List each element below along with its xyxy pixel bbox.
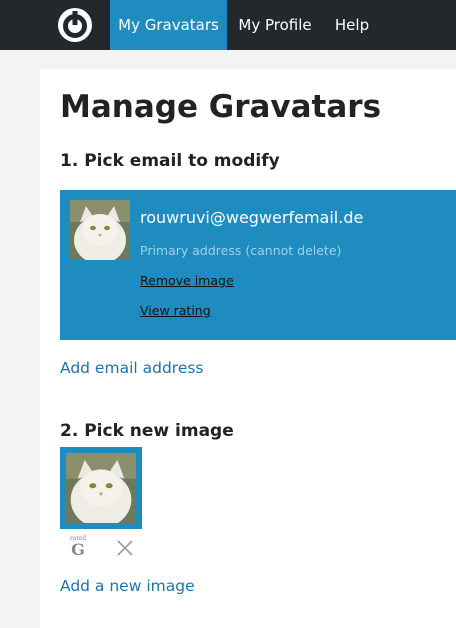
step1-heading: 1. Pick email to modify bbox=[60, 151, 280, 171]
page-title: Manage Gravatars bbox=[60, 89, 382, 125]
primary-address-note: Primary address (cannot delete) bbox=[140, 243, 342, 258]
rating-value: G bbox=[71, 540, 85, 559]
main-panel: Manage Gravatars 1. Pick email to modify… bbox=[40, 69, 456, 628]
top-navigation-bar: My Gravatars My Profile Help bbox=[0, 0, 456, 50]
add-new-image-link[interactable]: Add a new image bbox=[60, 577, 195, 595]
cat-avatar-icon bbox=[70, 200, 130, 260]
step2-heading: 2. Pick new image bbox=[60, 421, 234, 441]
tab-my-gravatars[interactable]: My Gravatars bbox=[110, 0, 227, 50]
delete-image-icon[interactable] bbox=[116, 539, 134, 557]
view-rating-link[interactable]: View rating bbox=[140, 303, 211, 318]
tab-my-profile[interactable]: My Profile bbox=[227, 0, 323, 50]
selected-image-thumbnail[interactable] bbox=[60, 447, 142, 529]
rating-g-icon[interactable]: rated G bbox=[68, 535, 88, 559]
gravatar-logo-icon[interactable] bbox=[57, 7, 93, 43]
email-avatar bbox=[70, 200, 130, 260]
email-address: rouwruvi@wegwerfemail.de bbox=[140, 208, 364, 227]
cat-image-icon bbox=[66, 453, 136, 523]
tab-help[interactable]: Help bbox=[323, 0, 381, 50]
image-preview bbox=[66, 453, 136, 523]
selected-email-card[interactable]: rouwruvi@wegwerfemail.de Primary address… bbox=[60, 190, 456, 340]
add-email-address-link[interactable]: Add email address bbox=[60, 359, 204, 377]
remove-image-link[interactable]: Remove image bbox=[140, 273, 234, 288]
